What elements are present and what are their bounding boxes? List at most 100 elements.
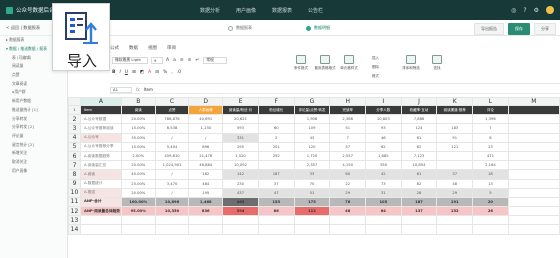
sheet-cell[interactable]: 47 — [257, 187, 295, 198]
sheet-cell[interactable]: 10,803 — [364, 114, 402, 125]
sidebar-item[interactable]: 点赞 — [0, 71, 67, 80]
sheet-cell[interactable]: 37 — [257, 178, 295, 189]
sheet-cell[interactable] — [436, 215, 474, 226]
sheet-cell[interactable]: 20.00% — [120, 160, 156, 171]
row-header[interactable]: 6 — [68, 150, 81, 162]
sheet-cell[interactable]: 61 — [400, 169, 438, 180]
sheet-cell[interactable]: 42 — [364, 169, 402, 180]
sheet-cell[interactable] — [507, 224, 560, 235]
sheet-cell[interactable] — [507, 178, 560, 189]
sheet-cell[interactable]: A-公众号 — [79, 132, 122, 143]
column-header[interactable]: H — [329, 97, 366, 106]
save-button[interactable]: 保存 — [508, 23, 530, 35]
sheet-cell[interactable]: 7,886 — [400, 114, 438, 125]
sheet-cell[interactable] — [507, 215, 560, 226]
column-header[interactable]: M — [507, 97, 560, 106]
sidebar-item[interactable]: 新用户数据 — [0, 97, 67, 106]
app-brand[interactable]: 公众号数据后台 — [6, 6, 55, 14]
sidebar-item[interactable]: 新增关注 — [0, 149, 67, 158]
sidebar-item[interactable]: 取消关注 — [0, 158, 67, 167]
sheet-cell[interactable]: 阅读渠道·推荐 — [436, 104, 474, 116]
sheet-cell[interactable] — [400, 215, 438, 226]
sheet-cell[interactable] — [507, 141, 560, 152]
sheet-cell[interactable]: 95.00% — [120, 206, 156, 217]
row-header[interactable]: 10 — [68, 187, 81, 198]
sheet-cell[interactable] — [364, 224, 402, 235]
sidebar-item[interactable]: a用户群 — [0, 88, 67, 97]
column-header[interactable]: B — [120, 97, 156, 106]
sheet-cell[interactable]: 7,123 — [400, 150, 438, 162]
sheet-cell[interactable]: 295 — [222, 141, 259, 152]
sheet-cell[interactable] — [79, 215, 122, 226]
sheet-cell[interactable]: 358 — [364, 160, 402, 171]
sheet-cell[interactable] — [400, 224, 438, 235]
row-header[interactable]: 3 — [68, 123, 81, 134]
find-button[interactable]: 查找 — [426, 55, 448, 71]
sheet-cell[interactable]: 394 — [222, 206, 259, 217]
column-header[interactable]: K — [436, 97, 474, 106]
sheet-cell[interactable] — [436, 114, 474, 125]
sheet-cell[interactable]: 20.00% — [120, 114, 156, 125]
sheet-cell[interactable]: 112 — [293, 206, 331, 217]
sheet-cell[interactable]: 201 — [257, 141, 295, 152]
sheet-cell[interactable]: 20,621 — [222, 114, 259, 125]
sheet-cell[interactable]: 10,350 — [154, 206, 190, 217]
sheet-cell[interactable]: A-阅读量汇总 — [79, 160, 122, 171]
sheet-cell[interactable]: 18 — [472, 169, 509, 180]
sheet-cell[interactable]: 40,691 — [188, 114, 224, 125]
ribbon-tab-formula[interactable]: 公式 — [110, 45, 119, 51]
sheet-cell[interactable]: ANP-合计 — [79, 196, 122, 208]
sheet-cell[interactable] — [507, 114, 560, 125]
sheet-cell[interactable]: 2,557 — [329, 150, 366, 162]
format-button[interactable]: 格式 — [372, 74, 379, 79]
function-icon[interactable]: fx — [136, 87, 140, 92]
sheet-cell[interactable]: 70 — [293, 178, 331, 189]
sheet-cell[interactable]: 1,685 — [364, 150, 402, 162]
sheet-cell[interactable]: 评论 — [472, 104, 509, 116]
sheet-cell[interactable]: 64 — [364, 206, 402, 217]
sheet-cell[interactable]: 195 — [188, 187, 224, 198]
sheet-cell[interactable]: 62 — [400, 141, 438, 152]
sheet-cell[interactable] — [507, 196, 560, 208]
sheet-cell[interactable]: 40.00% — [120, 169, 156, 180]
sheet-cell[interactable]: 分享人数 — [364, 104, 402, 116]
sheet-cell[interactable]: 57 — [329, 141, 366, 152]
sheet-cell[interactable]: 人群画像 — [188, 104, 224, 116]
sheet-cell[interactable]: / — [154, 187, 190, 198]
sheet-cell[interactable]: 51 — [329, 123, 366, 134]
select-all-corner[interactable] — [68, 97, 81, 106]
sheet-cell[interactable] — [120, 224, 156, 235]
sheet-cell[interactable]: 331 — [222, 132, 259, 143]
column-header[interactable]: A — [79, 97, 122, 106]
sheet-cell[interactable] — [436, 224, 474, 235]
sheet-cell[interactable]: 29 — [329, 187, 366, 198]
cell-reference-box[interactable]: A1 — [110, 86, 132, 93]
delete-button[interactable]: 删除 — [372, 65, 379, 70]
sheet-cell[interactable]: A-数据统计 — [79, 178, 122, 189]
sheet-cell[interactable]: 阅读 — [120, 104, 156, 116]
sheet-cell[interactable] — [329, 224, 366, 235]
sidebar-item[interactable]: 用户画像 — [0, 166, 67, 175]
sheet-cell[interactable]: 15.00% — [120, 141, 156, 152]
sheet-cell[interactable]: 100.00% — [120, 196, 156, 208]
column-header[interactable]: D — [188, 97, 224, 106]
border-icon[interactable]: ⊞ — [132, 70, 136, 75]
sheet-cell[interactable]: 230 — [222, 178, 259, 189]
row-header[interactable]: 11 — [68, 196, 81, 208]
sort-filter-button[interactable]: 排序和筛选 — [400, 55, 422, 71]
sheet-cell[interactable]: 点赞 — [154, 104, 190, 116]
sheet-cell[interactable]: 484 — [188, 178, 224, 189]
sheet-cell[interactable]: 191 — [436, 196, 474, 208]
sheet-cell[interactable]: 437 — [222, 187, 259, 198]
sheet-cell[interactable] — [257, 224, 295, 235]
row-header[interactable]: 5 — [68, 141, 81, 152]
export-report-button[interactable]: 导出报告 — [474, 23, 504, 35]
row-header[interactable]: 8 — [68, 169, 81, 180]
sheet-cell[interactable] — [507, 132, 560, 143]
sheet-cell[interactable]: 2,164 — [472, 160, 509, 171]
sheet-cell[interactable]: / — [154, 132, 190, 143]
sheet-cell[interactable]: A-公众号推荐阅读 — [79, 123, 122, 134]
sheet-cell[interactable] — [257, 215, 295, 226]
sheet-cell[interactable]: 2,386 — [329, 114, 366, 125]
sheet-cell[interactable]: A-阅读数据趋势 — [79, 150, 122, 162]
